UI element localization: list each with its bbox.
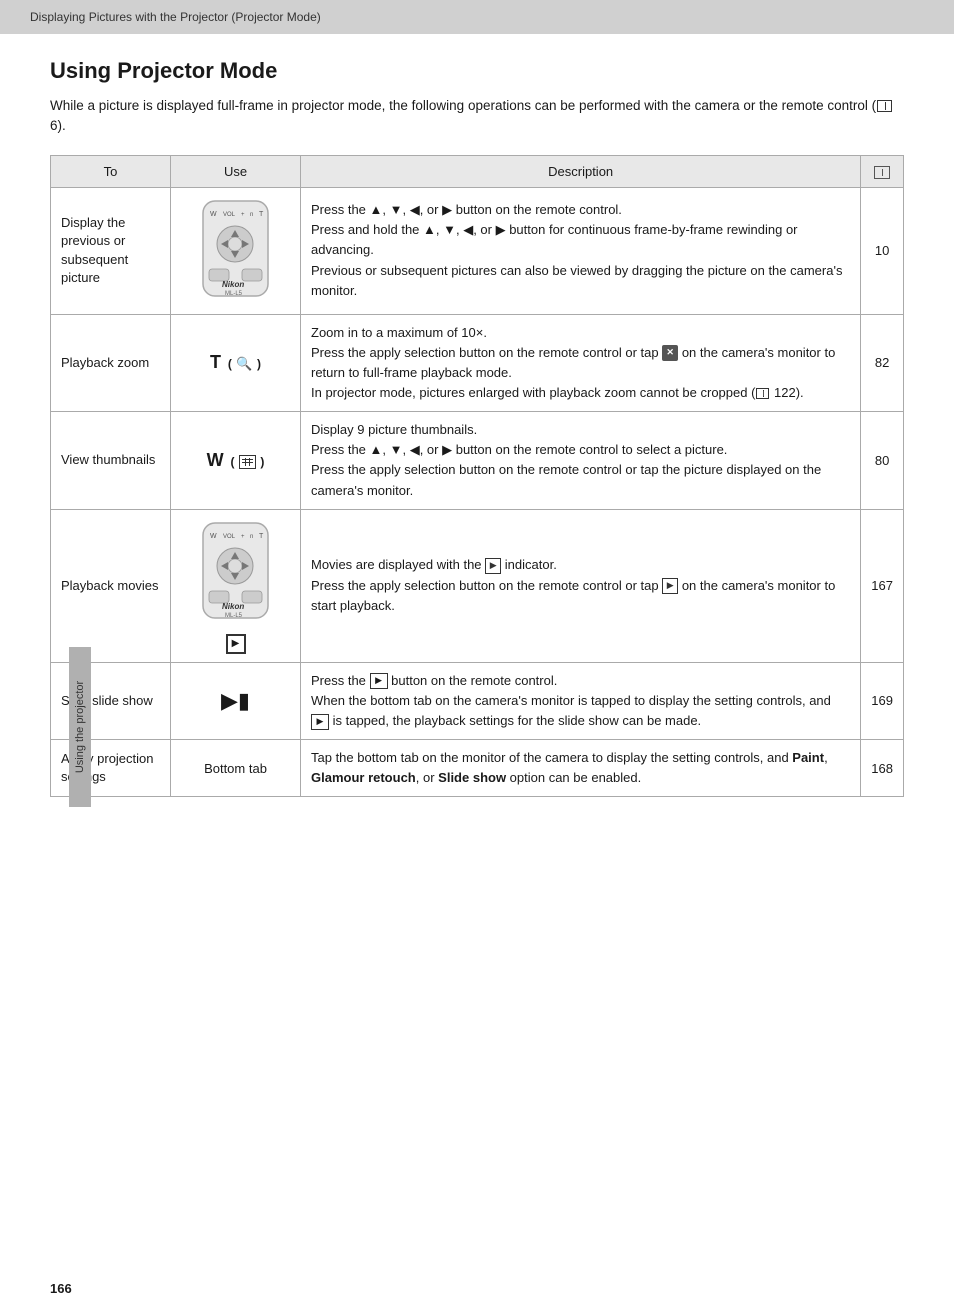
- svg-text:+: +: [241, 212, 245, 218]
- movie-indicator-icon: ▶: [485, 558, 501, 574]
- remote-control-image-2: W VOL + n T Nikon ML-L5: [193, 518, 278, 628]
- svg-text:W: W: [210, 211, 217, 218]
- main-table: To Use Description Display the previous …: [50, 155, 904, 798]
- svg-text:ML-L5: ML-L5: [225, 291, 243, 297]
- svg-text:n: n: [250, 534, 253, 540]
- row2-desc: Zoom in to a maximum of 10×. Press the a…: [301, 314, 861, 412]
- col-header-use: Use: [171, 155, 301, 187]
- row5-ref: 169: [861, 662, 904, 739]
- row3-use: W ( ): [171, 412, 301, 510]
- table-row: View thumbnails W ( ) Display 9 picture …: [51, 412, 904, 510]
- grid-icon: [239, 455, 256, 469]
- col-header-ref: [861, 155, 904, 187]
- row3-ref: 80: [861, 412, 904, 510]
- svg-text:+: +: [241, 534, 245, 540]
- row4-use: W VOL + n T Nikon ML-L5: [171, 509, 301, 662]
- row3-desc: Display 9 picture thumbnails. Press the …: [301, 412, 861, 510]
- table-row: Display the previous or subsequent pictu…: [51, 187, 904, 314]
- slideshow-button-icon: ▶▮: [221, 690, 250, 712]
- svg-text:VOL: VOL: [223, 212, 236, 218]
- row5-desc: Press the ▶ button on the remote control…: [301, 662, 861, 739]
- col-header-to: To: [51, 155, 171, 187]
- svg-text:Nikon: Nikon: [222, 602, 244, 611]
- page-title: Using Projector Mode: [50, 58, 904, 84]
- row2-to: Playback zoom: [51, 314, 171, 412]
- row1-use: W VOL + n T: [171, 187, 301, 314]
- slideshow-icon-inline2: ▶: [311, 714, 329, 730]
- side-tab: Using the projector: [69, 647, 91, 807]
- table-row: Apply projection settings Bottom tab Tap…: [51, 740, 904, 797]
- intro-text: While a picture is displayed full-frame …: [50, 96, 904, 137]
- svg-text:ML-L5: ML-L5: [225, 613, 243, 619]
- row4-to: Playback movies: [51, 509, 171, 662]
- movie-tap-icon: ▶: [662, 578, 678, 594]
- row5-use: ▶▮: [171, 662, 301, 739]
- page-header: Displaying Pictures with the Projector (…: [0, 0, 954, 34]
- svg-text:W: W: [210, 533, 217, 540]
- row6-ref: 168: [861, 740, 904, 797]
- x-icon: ✕: [662, 345, 678, 361]
- movie-play-icon-container: ▶: [181, 634, 290, 654]
- table-row: Playback movies W VOL + n T: [51, 509, 904, 662]
- row6-desc: Tap the bottom tab on the monitor of the…: [301, 740, 861, 797]
- row1-ref: 10: [861, 187, 904, 314]
- col-header-desc: Description: [301, 155, 861, 187]
- book-icon-header: [874, 166, 890, 179]
- svg-text:n: n: [250, 212, 253, 218]
- page-number: 166: [50, 1281, 72, 1296]
- row2-ref: 82: [861, 314, 904, 412]
- slide-show-bold: Slide show: [438, 770, 506, 785]
- svg-text:Nikon: Nikon: [222, 280, 244, 289]
- row6-use: Bottom tab: [171, 740, 301, 797]
- table-row: Playback zoom T ( 🔍 ) Zoom in to a maxim…: [51, 314, 904, 412]
- paint-bold: Paint: [792, 750, 824, 765]
- row4-desc: Movies are displayed with the ▶ indicato…: [301, 509, 861, 662]
- row1-desc: Press the ▲, ▼, ◀, or ▶ button on the re…: [301, 187, 861, 314]
- page-content: Using Projector Mode While a picture is …: [0, 34, 954, 827]
- svg-text:VOL: VOL: [223, 534, 236, 540]
- row2-use: T ( 🔍 ): [171, 314, 301, 412]
- page-footer: 166: [50, 1281, 72, 1296]
- row1-to: Display the previous or subsequent pictu…: [51, 187, 171, 314]
- glamour-retouch-bold: Glamour retouch: [311, 770, 416, 785]
- row4-ref: 167: [861, 509, 904, 662]
- remote-control-image-1: W VOL + n T: [193, 196, 278, 306]
- movie-play-icon: ▶: [226, 634, 246, 654]
- side-tab-wrapper: Using the projector: [0, 340, 28, 1114]
- svg-text:T: T: [259, 211, 264, 218]
- header-text: Displaying Pictures with the Projector (…: [30, 10, 321, 24]
- slideshow-icon-inline: ▶: [370, 673, 388, 689]
- svg-text:T: T: [259, 533, 264, 540]
- table-row: Start slide show ▶▮ Press the ▶ button o…: [51, 662, 904, 739]
- row3-to: View thumbnails: [51, 412, 171, 510]
- book-icon-intro: [877, 100, 892, 112]
